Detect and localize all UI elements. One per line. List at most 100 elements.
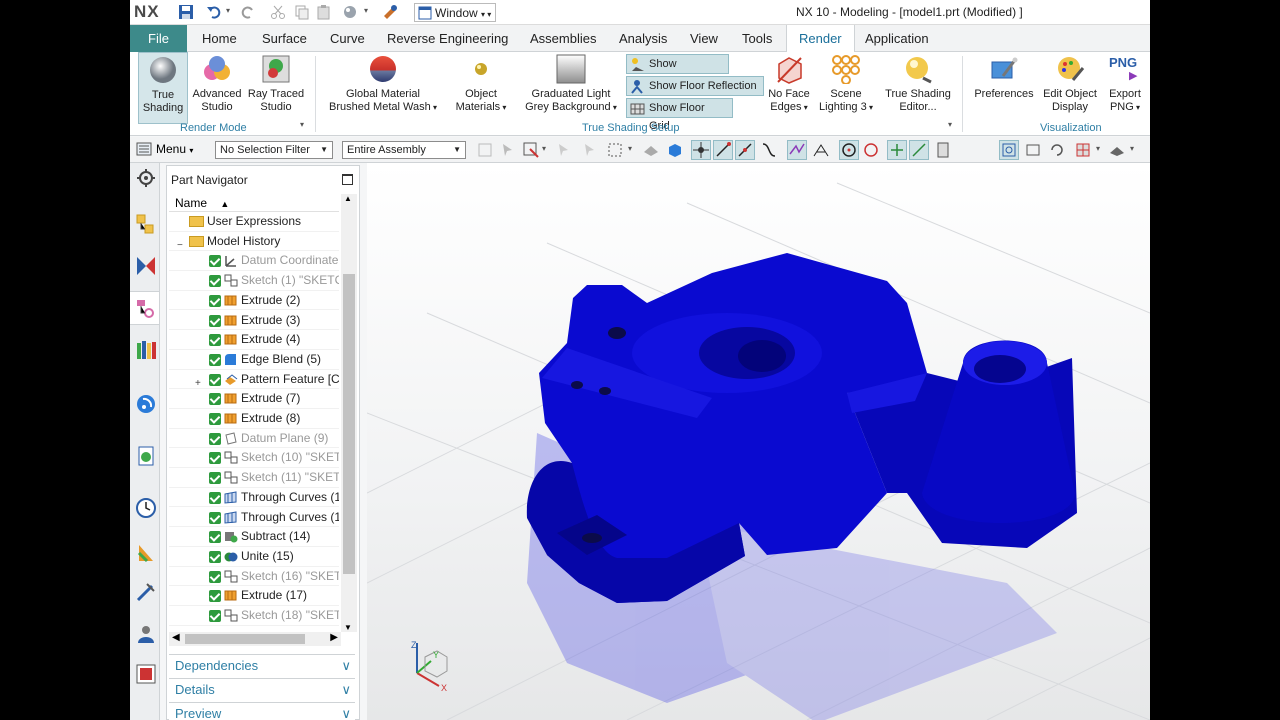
visibility-checkbox[interactable] — [209, 413, 221, 425]
true-shading-button[interactable]: True Shading — [138, 52, 188, 124]
redo-icon[interactable] — [240, 4, 256, 20]
select-by-type-icon[interactable] — [476, 141, 494, 159]
graphics-viewport[interactable]: Z Y X — [367, 163, 1150, 720]
chevron-down-icon[interactable]: ▾ — [628, 144, 632, 153]
manufacturing-wizard-icon[interactable] — [135, 581, 157, 603]
show-hide-icon[interactable] — [642, 141, 660, 159]
end-point-icon[interactable] — [713, 140, 733, 160]
undo-icon[interactable] — [206, 4, 222, 20]
tab-render[interactable]: Render — [786, 25, 855, 53]
ray-traced-studio-button[interactable]: Ray Traced Studio — [246, 52, 306, 124]
export-png-button[interactable]: PNG ▶ Export PNG ▾ — [1104, 52, 1146, 124]
tree-item[interactable]: Datum Plane (9) — [169, 429, 339, 449]
preview-panel[interactable]: Preview ∨ — [169, 702, 355, 720]
vertical-scroll-thumb[interactable] — [343, 274, 355, 574]
mid-point-icon[interactable] — [735, 140, 755, 160]
zoom-icon[interactable] — [1024, 141, 1042, 159]
visibility-checkbox[interactable] — [209, 373, 221, 386]
gear-icon[interactable] — [135, 167, 157, 189]
hd3d-tools-icon[interactable] — [135, 393, 157, 415]
tree-item[interactable]: Subtract (14) — [169, 527, 339, 547]
expand-icon[interactable]: + — [195, 374, 201, 389]
true-shading-editor-button[interactable]: True Shading Editor... — [880, 52, 956, 124]
system-scenes-icon[interactable] — [135, 663, 157, 685]
visibility-checkbox[interactable] — [209, 590, 221, 603]
chevron-down-icon[interactable]: ▾ — [1096, 144, 1100, 153]
tree-item[interactable]: Sketch (10) "SKETC — [169, 448, 339, 469]
cut-icon[interactable] — [270, 4, 286, 20]
object-materials-button[interactable]: Object Materials ▾ — [448, 52, 514, 124]
chevron-down-icon[interactable]: ▾ — [542, 144, 546, 153]
no-face-edges-button[interactable]: No Face Edges ▾ — [764, 52, 814, 124]
dependencies-panel[interactable]: Dependencies ∨ — [169, 654, 355, 676]
chevron-down-icon[interactable]: ▾ — [1130, 144, 1134, 153]
history-clock-icon[interactable] — [135, 497, 157, 519]
collapse-icon[interactable]: − — [177, 236, 183, 251]
deselect-icon[interactable] — [582, 141, 600, 159]
tab-assemblies[interactable]: Assemblies — [530, 25, 596, 52]
tree-item[interactable]: Edge Blend (5) — [169, 350, 339, 370]
render-style-dropdown-icon[interactable]: ▾ — [364, 6, 380, 22]
tab-home[interactable]: Home — [202, 25, 237, 52]
render-mode-expand-icon[interactable]: ▾ — [300, 120, 304, 129]
show-floor-grid-toggle[interactable]: Show Floor Grid — [626, 98, 733, 132]
tree-item[interactable]: Through Curves (13 — [169, 508, 339, 528]
control-point-icon[interactable] — [760, 141, 778, 159]
web-browser-icon[interactable] — [135, 445, 157, 467]
scroll-left-icon[interactable]: ◀ — [172, 632, 180, 643]
tree-item[interactable]: Extrude (17) — [169, 586, 339, 606]
tree-item[interactable]: Sketch (16) "SKETC — [169, 567, 339, 587]
visibility-checkbox[interactable] — [209, 393, 221, 406]
tab-curve[interactable]: Curve — [330, 25, 365, 52]
visibility-checkbox[interactable] — [209, 610, 221, 622]
assembly-navigator-icon[interactable] — [135, 213, 157, 235]
graduated-light-background-button[interactable]: Graduated Light Grey Background ▾ — [520, 52, 622, 124]
tree-item[interactable]: Extrude (8) — [169, 409, 339, 429]
assembly-scope-dropdown[interactable]: Entire Assembly ▼ — [342, 141, 466, 159]
visibility-checkbox[interactable] — [209, 550, 221, 563]
tree-folder-user-expressions[interactable]: User Expressions — [169, 212, 339, 232]
intersection-point-icon[interactable] — [787, 140, 807, 160]
tree-item[interactable]: Unite (15) — [169, 547, 339, 567]
visibility-checkbox[interactable] — [209, 314, 221, 327]
tree-item[interactable]: Extrude (4) — [169, 330, 339, 350]
select-arrow-icon[interactable] — [500, 141, 518, 159]
solid-body-icon[interactable] — [666, 141, 684, 159]
horizontal-scroll-thumb[interactable] — [185, 634, 305, 644]
roles-icon[interactable] — [135, 623, 157, 645]
visibility-checkbox[interactable] — [209, 432, 221, 445]
visibility-checkbox[interactable] — [209, 570, 221, 583]
edit-object-display-button[interactable]: Edit Object Display — [1038, 52, 1102, 124]
tab-reverse-engineering[interactable]: Reverse Engineering — [387, 25, 508, 52]
center-point-icon[interactable] — [839, 140, 859, 160]
vertical-scrollbar[interactable]: ▲ ▼ — [341, 194, 357, 632]
reuse-library-icon[interactable] — [135, 339, 157, 361]
tab-tools[interactable]: Tools — [742, 25, 772, 52]
process-studio-icon[interactable] — [135, 541, 157, 563]
scene-lighting-button[interactable]: Scene Lighting 3 ▾ — [818, 52, 874, 124]
tree-item[interactable]: Datum Coordinate — [169, 251, 339, 272]
scroll-down-icon[interactable]: ▼ — [344, 623, 352, 632]
tree-item[interactable]: Extrude (3) — [169, 311, 339, 331]
rotate-view-icon[interactable] — [1048, 141, 1066, 159]
render-style-icon[interactable] — [342, 4, 358, 20]
tree-item[interactable]: Extrude (7) — [169, 389, 339, 409]
existing-point-icon[interactable] — [887, 140, 907, 160]
visibility-checkbox[interactable] — [209, 294, 221, 307]
point-on-curve-icon[interactable] — [909, 140, 929, 160]
tree-item[interactable]: Sketch (1) "SKETCH — [169, 271, 339, 291]
visibility-checkbox[interactable] — [209, 511, 221, 524]
part-navigator-tab[interactable] — [130, 291, 160, 325]
orient-view-icon[interactable] — [1074, 141, 1092, 159]
tree-item[interactable]: Extrude (2) — [169, 291, 339, 311]
tab-analysis[interactable]: Analysis — [619, 25, 667, 52]
window-menu[interactable]: Window ▾ ▾ — [414, 3, 497, 22]
tab-view[interactable]: View — [690, 25, 718, 52]
menu-button[interactable]: Menu ▾ — [136, 141, 193, 159]
details-panel[interactable]: Details ∨ — [169, 678, 355, 700]
feature-select-icon[interactable] — [522, 141, 540, 159]
selection-filter-dropdown[interactable]: No Selection Filter ▼ — [215, 141, 333, 159]
tab-application[interactable]: Application — [865, 25, 929, 52]
visibility-checkbox[interactable] — [209, 255, 221, 268]
visibility-checkbox[interactable] — [209, 472, 221, 485]
